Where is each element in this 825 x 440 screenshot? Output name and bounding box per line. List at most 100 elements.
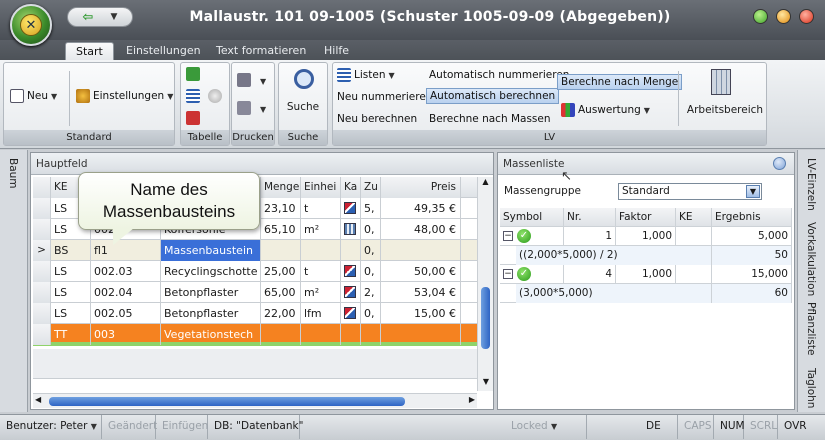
quick-access-toolbar[interactable]: ⇦ ▼ <box>67 7 133 27</box>
print-preview-icon[interactable] <box>237 101 251 115</box>
einstellungen-button[interactable]: Einstellungen ▼ <box>76 89 173 103</box>
massen-row[interactable]: − ✓ 1 1,000 5,000 <box>500 227 792 246</box>
chevron-down-icon[interactable]: ▼ <box>260 77 266 86</box>
close-button[interactable] <box>799 9 814 24</box>
col-preis[interactable]: Preis <box>381 177 461 198</box>
cell-preis[interactable]: 49,35 € <box>381 198 461 219</box>
formula-row[interactable]: (3,000*5,000) 60 <box>500 284 792 303</box>
cell-einheit[interactable]: lfm <box>301 303 341 324</box>
minimize-button[interactable] <box>753 9 768 24</box>
ergebnis-cell[interactable]: 15,000 <box>712 265 792 284</box>
cell-menge[interactable]: 65,00 <box>261 282 301 303</box>
tab-einstellungen[interactable]: Einstellungen <box>116 42 211 60</box>
printer-icon[interactable] <box>237 73 251 87</box>
formula-result-cell[interactable]: 60 <box>712 284 792 303</box>
row-indicator[interactable] <box>33 219 51 240</box>
cell-text[interactable]: Betonpflaster <box>161 282 261 303</box>
collapse-icon[interactable]: − <box>503 269 513 279</box>
table-add-icon[interactable] <box>186 67 200 81</box>
scroll-up-icon[interactable]: ▲ <box>478 177 493 191</box>
ergebnis-cell[interactable]: 5,000 <box>712 227 792 246</box>
cell-zu[interactable]: 0, <box>361 261 381 282</box>
cell-einheit[interactable]: t <box>301 198 341 219</box>
cell-preis[interactable] <box>381 324 461 345</box>
chevron-down-icon[interactable]: ▼ <box>260 105 266 114</box>
scroll-left-icon[interactable]: ◀ <box>35 395 41 404</box>
cell-preis[interactable]: 48,00 € <box>381 219 461 240</box>
row-indicator[interactable] <box>33 261 51 282</box>
cell-ke[interactable]: BS <box>51 240 91 261</box>
cell-zu[interactable]: 0, <box>361 303 381 324</box>
auto-berechnen-button[interactable]: Automatisch berechnen <box>426 88 560 104</box>
cell-ka[interactable] <box>341 261 361 282</box>
formula-row[interactable]: ((2,000*5,000) / 2) 50 <box>500 246 792 265</box>
row-indicator[interactable] <box>33 303 51 324</box>
cell-zu[interactable]: 5, <box>361 198 381 219</box>
cell-menge[interactable]: 23,10 <box>261 198 301 219</box>
massen-row[interactable]: − ✓ 4 1,000 15,000 <box>500 265 792 284</box>
neu-nummerieren-button[interactable]: Neu nummerieren <box>337 91 432 103</box>
cell-ka[interactable] <box>341 198 361 219</box>
qat-dropdown-icon[interactable]: ▼ <box>111 12 118 22</box>
collapse-icon[interactable]: − <box>503 231 513 241</box>
benutzer-status[interactable]: Benutzer: Peter ▼ <box>0 415 102 439</box>
massengruppe-select[interactable]: Standard ▼ <box>618 183 762 200</box>
cell-zu[interactable]: 0, <box>361 240 381 261</box>
neu-berechnen-button[interactable]: Neu berechnen <box>337 113 417 125</box>
listen-button[interactable]: Listen ▼ <box>337 68 395 82</box>
back-arrow-icon[interactable]: ⇦ <box>83 10 94 25</box>
nr-cell[interactable]: 1 <box>564 227 616 246</box>
cell-einheit[interactable] <box>301 324 341 345</box>
scroll-right-icon[interactable]: ▶ <box>469 395 475 404</box>
cell-einheit[interactable]: t <box>301 261 341 282</box>
cell-zu[interactable]: 2, <box>361 282 381 303</box>
arbeitsbereich-button[interactable]: Arbeitsbereich <box>685 104 765 116</box>
faktor-cell[interactable]: 1,000 <box>616 265 676 284</box>
sidebar-tab-vorkalkulation[interactable]: Vorkalkulation <box>805 222 817 296</box>
cell-menge[interactable]: 25,00 <box>261 261 301 282</box>
cell-preis[interactable]: 15,00 € <box>381 303 461 324</box>
ke-cell[interactable] <box>676 227 712 246</box>
ke-cell[interactable] <box>676 265 712 284</box>
search-small-icon[interactable] <box>208 89 222 103</box>
cell-zu[interactable] <box>361 324 381 345</box>
cell-nr[interactable]: 003 <box>91 324 161 345</box>
faktor-cell[interactable]: 1,000 <box>616 227 676 246</box>
search-button[interactable]: Suche <box>279 101 327 113</box>
tab-hilfe[interactable]: Hilfe <box>314 42 359 60</box>
auswertung-button[interactable]: Auswertung ▼ <box>561 103 650 117</box>
search-icon[interactable] <box>294 69 314 89</box>
panel-pin-icon[interactable] <box>773 157 786 170</box>
auto-nummerieren-button[interactable]: Automatisch nummerieren <box>429 69 569 81</box>
table-row[interactable]: > BS fl1 Massenbaustein 0, <box>33 240 478 261</box>
cell-text[interactable]: Betonpflaster <box>161 303 261 324</box>
cell-text[interactable]: Recyclingschotte <box>161 261 261 282</box>
berechne-menge-button[interactable]: Berechne nach Menge <box>557 74 683 90</box>
nr-cell[interactable]: 4 <box>564 265 616 284</box>
symbol-cell[interactable]: − ✓ <box>500 227 564 246</box>
col-einheit[interactable]: Einhei <box>301 177 341 198</box>
cell-ke[interactable]: LS <box>51 282 91 303</box>
row-indicator[interactable]: > <box>33 240 51 261</box>
sidebar-tab-pflanzliste[interactable]: Pflanzliste <box>805 302 817 355</box>
cell-einheit[interactable]: m² <box>301 219 341 240</box>
cell-menge[interactable] <box>261 324 301 345</box>
table-row[interactable]: LS 002.04 Betonpflaster 65,00 m² 2, 53,04 € <box>33 282 478 303</box>
row-indicator[interactable] <box>33 198 51 219</box>
table-row[interactable]: TT 003 Vegetationstech <box>33 324 478 346</box>
app-menu-button[interactable]: ✕ <box>10 4 52 46</box>
col-ke[interactable]: KE <box>676 208 712 227</box>
symbol-cell[interactable]: − ✓ <box>500 265 564 284</box>
cell-ke[interactable]: TT <box>51 324 91 345</box>
locked-status[interactable]: Locked ▼ <box>505 415 587 439</box>
row-indicator[interactable] <box>33 324 51 345</box>
cell-ke[interactable]: LS <box>51 303 91 324</box>
col-ergebnis[interactable]: Ergebnis <box>712 208 792 227</box>
table-row[interactable]: LS 002.03 Recyclingschotte 25,00 t 0, 50,00 € <box>33 261 478 282</box>
neu-button[interactable]: Neu ▼ <box>10 89 57 103</box>
sidebar-tab-lv-einzeln[interactable]: LV-Einzeln <box>805 158 817 211</box>
horizontal-scrollbar[interactable]: ◀ ▶ <box>33 393 477 408</box>
cell-menge[interactable]: 22,00 <box>261 303 301 324</box>
cell-text[interactable]: Massenbaustein <box>161 240 261 261</box>
formula-result-cell[interactable]: 50 <box>712 246 792 265</box>
